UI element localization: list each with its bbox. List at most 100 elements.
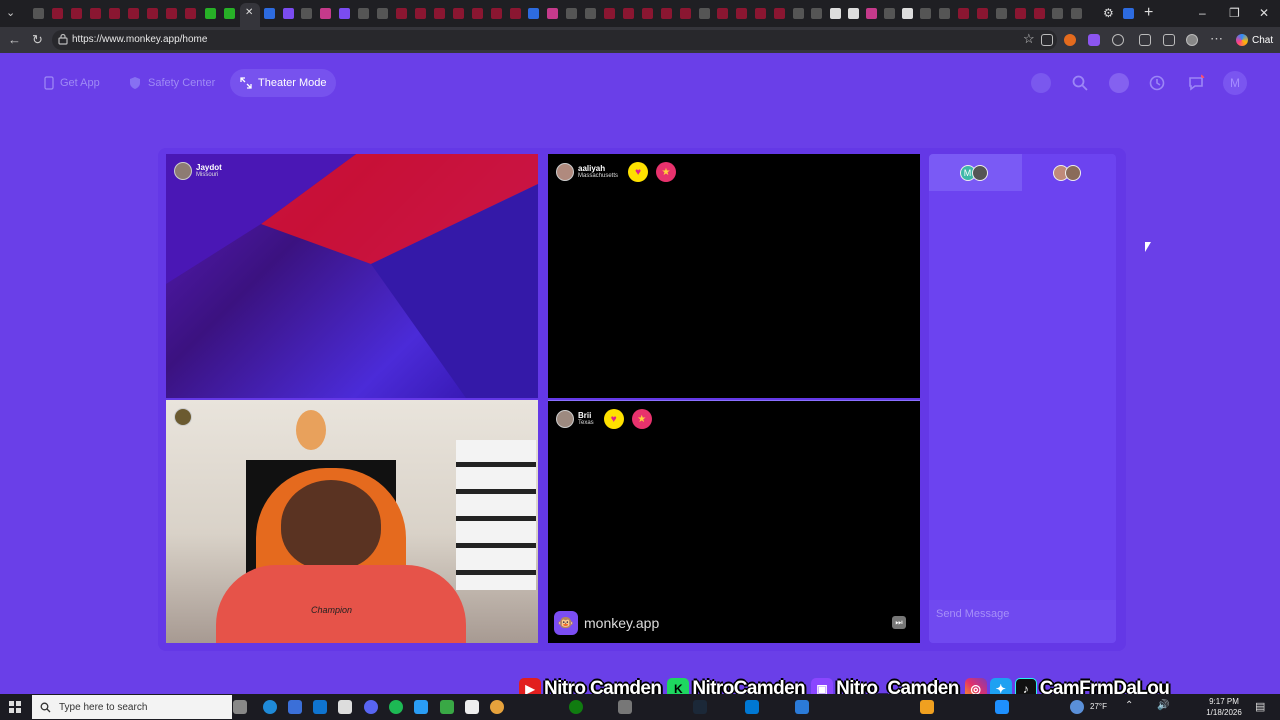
extensions-puzzle-icon[interactable] [1139,34,1151,46]
tab-menu-icon[interactable]: ⌄ [6,6,15,19]
friends-icon[interactable] [1109,73,1129,93]
browser-tab[interactable] [52,8,63,19]
close-window-icon[interactable]: ✕ [1259,6,1269,20]
browser-tab[interactable] [830,8,841,19]
new-tab-button[interactable]: + [1144,4,1153,22]
temperature[interactable]: 27°F [1090,702,1107,711]
address-bar[interactable]: https://www.monkey.app/home [52,30,1057,50]
spotify-icon[interactable] [389,700,403,714]
browser-tab[interactable] [939,8,950,19]
browser-tab[interactable] [811,8,822,19]
browser-tab[interactable] [866,8,877,19]
url-text[interactable]: https://www.monkey.app/home [72,34,207,45]
browser-tab[interactable] [224,8,235,19]
taskbar-search[interactable]: Type here to search [32,695,232,719]
sync-icon[interactable] [1112,34,1124,46]
minimize-icon[interactable]: – [1199,6,1206,20]
browser-tab[interactable] [902,8,913,19]
browser-tab[interactable] [884,8,895,19]
twitch-extension-icon[interactable] [1088,34,1100,46]
browser-tab[interactable] [453,8,464,19]
heart-badge-icon[interactable]: ♥ [603,409,624,429]
browser-tab[interactable] [848,8,859,19]
browser-tab[interactable] [661,8,672,19]
maximize-icon[interactable]: ❐ [1229,6,1240,20]
browser-tab[interactable] [185,8,196,19]
browser-tab[interactable] [977,8,988,19]
browser-tab[interactable] [434,8,445,19]
browser-tab[interactable] [958,8,969,19]
app-icon[interactable] [795,700,809,714]
steam-icon[interactable] [693,700,707,714]
extension-icon[interactable] [1064,34,1076,46]
app-icon[interactable] [995,700,1009,714]
browser-tab[interactable] [147,8,158,19]
tray-chevron-icon[interactable]: ⌃ [1125,700,1133,711]
browser-tab[interactable] [90,8,101,19]
profile-icon[interactable] [1186,34,1198,46]
back-icon[interactable]: ← [8,32,21,47]
browser-tab[interactable] [264,8,275,19]
browser-tab[interactable] [339,8,350,19]
minecraft-icon[interactable] [440,700,454,714]
edge-icon[interactable] [263,700,277,714]
app-icon[interactable] [745,700,759,714]
notifications-icon[interactable]: ▤ [1255,700,1265,713]
app-icon[interactable] [490,700,504,714]
discord-icon[interactable] [364,700,378,714]
browser-tab[interactable] [109,8,120,19]
browser-tab[interactable] [396,8,407,19]
browser-tab[interactable] [642,8,653,19]
browser-tab[interactable] [547,8,558,19]
browser-tab[interactable] [472,8,483,19]
taskbar-clock[interactable]: 9:17 PM 1/18/2026 [1200,696,1248,718]
app-icon[interactable] [920,700,934,714]
browser-tab[interactable] [301,8,312,19]
browser-tab[interactable] [566,8,577,19]
weather-icon[interactable] [1070,700,1084,714]
browser-tab[interactable] [320,8,331,19]
browser-tab[interactable] [623,8,634,19]
close-tab-icon[interactable]: ✕ [245,7,253,18]
screenshot-icon[interactable] [1041,34,1053,46]
search-icon[interactable] [1070,73,1090,93]
copilot-chat-button[interactable]: Chat [1232,31,1279,49]
browser-tab[interactable] [33,8,44,19]
windows-start-icon[interactable] [9,701,21,713]
browser-tab[interactable] [377,8,388,19]
gem-store-icon[interactable] [1031,73,1051,93]
browser-tab[interactable] [996,8,1007,19]
browser-tab[interactable] [415,8,426,19]
browser-tab[interactable] [528,8,539,19]
more-menu-icon[interactable]: ⋯ [1210,31,1223,47]
browser-tab[interactable] [205,8,216,19]
theater-mode-button[interactable]: Theater Mode [230,69,337,97]
task-view-icon[interactable] [233,700,247,714]
browser-tab[interactable] [1052,8,1063,19]
browser-tab[interactable] [128,8,139,19]
user-avatar[interactable] [174,408,192,426]
user-avatar[interactable] [556,163,574,181]
app-icon[interactable] [288,700,302,714]
history-icon[interactable] [1147,73,1167,93]
browser-tab[interactable] [793,8,804,19]
browser-tab[interactable] [585,8,596,19]
profile-avatar[interactable]: M [1223,71,1247,95]
messages-icon[interactable] [1186,73,1206,93]
browser-tab[interactable] [755,8,766,19]
site-info-icon[interactable] [58,33,68,45]
browser-tab[interactable] [1123,8,1134,19]
heart-badge-icon[interactable]: ♥ [628,162,649,182]
favorites-icon[interactable] [1163,34,1175,46]
user-avatar[interactable] [174,162,192,180]
browser-tab[interactable] [774,8,785,19]
browser-tab[interactable] [1034,8,1045,19]
app-icon[interactable] [414,700,428,714]
browser-tab[interactable] [358,8,369,19]
browser-tab[interactable] [736,8,747,19]
skip-icon[interactable]: ⏭ [892,616,906,629]
chat-tab-group-2[interactable] [1022,154,1115,191]
notepad-icon[interactable] [465,700,479,714]
send-message-input[interactable]: Send Message [929,600,1116,643]
browser-tab[interactable] [717,8,728,19]
